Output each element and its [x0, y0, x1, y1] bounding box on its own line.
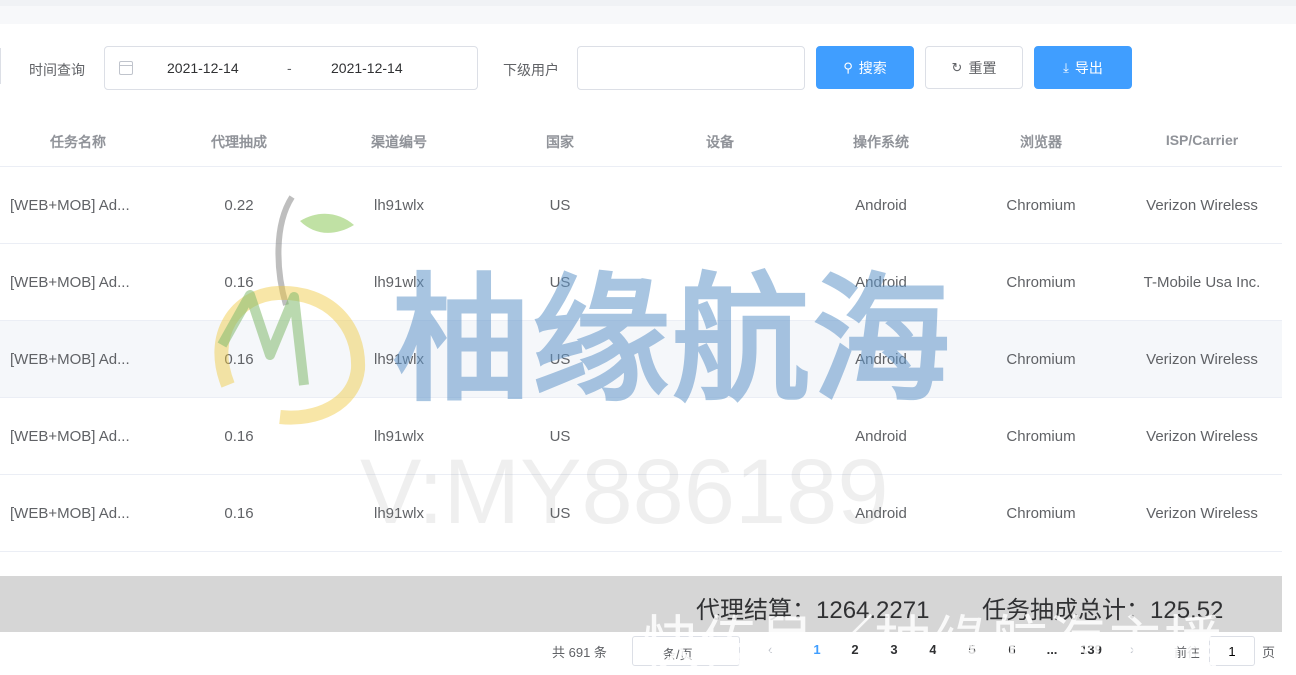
refresh-icon: ↻ — [951, 60, 963, 75]
table-cell: lh91wlx — [373, 197, 425, 214]
column-header-isp[interactable]: ISP/Carrier — [1166, 132, 1238, 148]
column-header-device[interactable]: 设备 — [706, 132, 734, 152]
search-button[interactable]: ⚲ 搜索 — [816, 46, 914, 89]
subuser-input[interactable] — [577, 46, 805, 90]
table-cell: [WEB+MOB] Ad... — [10, 274, 130, 291]
column-header-os[interactable]: 操作系统 — [853, 132, 909, 152]
table-cell: Verizon Wireless — [1146, 428, 1258, 445]
table-cell: 0.16 — [224, 505, 254, 522]
table-cell: Chromium — [1006, 274, 1076, 291]
table-cell: [WEB+MOB] Ad... — [10, 197, 130, 214]
export-button[interactable]: ⤓ 导出 — [1034, 46, 1132, 89]
download-icon: ⤓ — [1063, 60, 1069, 75]
table-cell: Verizon Wireless — [1146, 351, 1258, 368]
table-cell: 0.16 — [224, 428, 254, 445]
divider — [0, 48, 1, 84]
table-cell: 0.16 — [224, 351, 254, 368]
table-cell: US — [549, 197, 571, 214]
table-cell: Chromium — [1006, 197, 1076, 214]
table-cell: [WEB+MOB] Ad... — [10, 428, 130, 445]
table-cell: 0.22 — [224, 197, 254, 214]
table-cell: Chromium — [1006, 505, 1076, 522]
date-start[interactable]: 2021-12-14 — [167, 60, 239, 76]
top-strip — [0, 0, 1296, 24]
table-cell: Android — [855, 197, 907, 214]
column-header-country[interactable]: 国家 — [546, 132, 574, 152]
column-header-channel[interactable]: 渠道编号 — [371, 132, 427, 152]
date-range-picker[interactable]: 2021-12-14 - 2021-12-14 — [104, 46, 478, 90]
reset-button[interactable]: ↻ 重置 — [925, 46, 1023, 89]
page: 时间查询 2021-12-14 - 2021-12-14 下级用户 ⚲ 搜索 ↻… — [0, 0, 1296, 675]
watermark-bottom: 快传号／柚缘航海主播 — [642, 611, 1223, 675]
table-cell: Verizon Wireless — [1146, 197, 1258, 214]
table-cell: 0.16 — [224, 274, 254, 291]
table-cell: Chromium — [1006, 428, 1076, 445]
pagination-total: 共 691 条 — [552, 645, 607, 660]
subuser-label: 下级用户 — [503, 62, 559, 78]
column-header-commission[interactable]: 代理抽成 — [211, 132, 267, 152]
date-separator: - — [287, 60, 292, 76]
date-end[interactable]: 2021-12-14 — [331, 60, 403, 76]
table-header: 任务名称 代理抽成 渠道编号 国家 设备 操作系统 浏览器 ISP/Carrie… — [0, 114, 1282, 167]
watermark-contact: V:MY886189 — [360, 441, 889, 543]
calendar-icon — [119, 61, 133, 75]
column-header-browser[interactable]: 浏览器 — [1020, 132, 1062, 152]
table-cell: T-Mobile Usa Inc. — [1143, 274, 1261, 291]
page-unit-label: 页 — [1262, 645, 1276, 660]
time-query-label: 时间查询 — [29, 62, 85, 78]
table-cell: Chromium — [1006, 351, 1076, 368]
search-icon: ⚲ — [843, 60, 853, 75]
table-cell: [WEB+MOB] Ad... — [10, 505, 130, 522]
table-cell: Verizon Wireless — [1146, 505, 1258, 522]
column-header-task-name[interactable]: 任务名称 — [50, 132, 106, 152]
table-cell: [WEB+MOB] Ad... — [10, 351, 130, 368]
watermark-brand: 柚缘航海 — [392, 260, 953, 421]
